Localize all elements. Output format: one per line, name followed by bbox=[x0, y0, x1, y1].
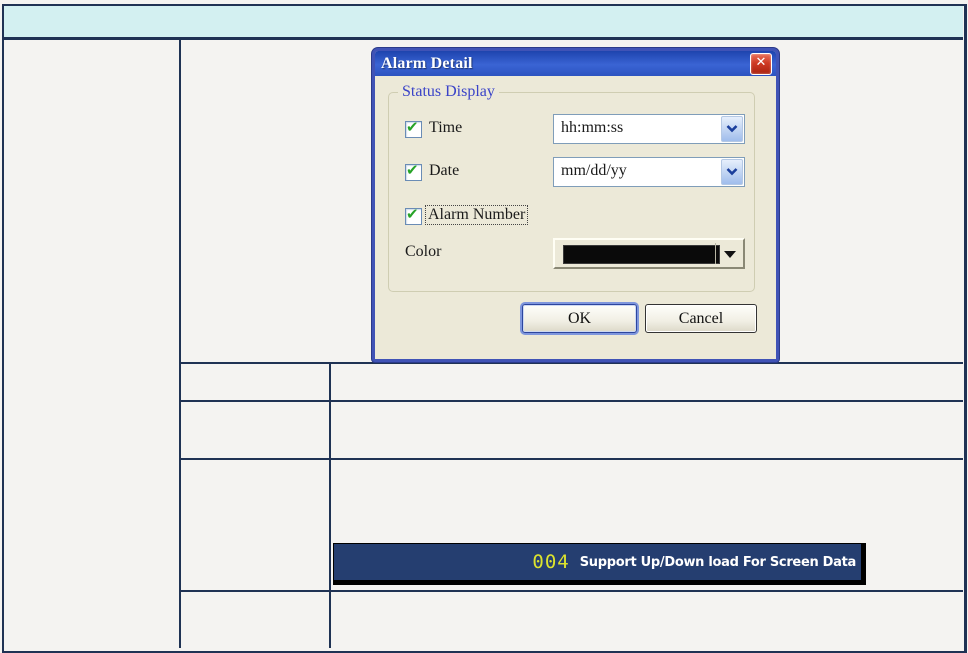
page: Alarm Detail ✕ Status Display ✔ Time hh:… bbox=[0, 0, 968, 653]
ok-button[interactable]: OK bbox=[522, 304, 637, 333]
color-label: Color bbox=[405, 243, 442, 260]
table-horizontal-rule bbox=[181, 458, 963, 460]
table-vertical-rule bbox=[179, 40, 181, 648]
check-icon: ✔ bbox=[406, 205, 419, 223]
dropdown-arrow-icon bbox=[724, 251, 736, 258]
date-format-select[interactable]: mm/dd/yy bbox=[553, 157, 745, 187]
chevron-down-icon[interactable] bbox=[721, 116, 743, 142]
table-vertical-rule bbox=[329, 362, 331, 648]
alarm-detail-dialog: Alarm Detail ✕ Status Display ✔ Time hh:… bbox=[372, 48, 779, 362]
date-format-value: mm/dd/yy bbox=[561, 162, 627, 179]
check-icon: ✔ bbox=[406, 118, 419, 136]
check-icon: ✔ bbox=[406, 161, 419, 179]
alarm-number-checkbox[interactable]: ✔ bbox=[405, 205, 422, 225]
dialog-titlebar[interactable]: Alarm Detail bbox=[375, 51, 776, 76]
dialog-title: Alarm Detail bbox=[381, 54, 473, 72]
date-checkbox-label: Date bbox=[429, 162, 460, 179]
date-checkbox[interactable]: ✔ bbox=[405, 161, 422, 181]
close-icon[interactable]: ✕ bbox=[750, 53, 772, 75]
color-swatch bbox=[563, 245, 720, 264]
color-dropdown[interactable] bbox=[553, 238, 745, 269]
time-checkbox-label: Time bbox=[429, 119, 463, 136]
table-horizontal-rule bbox=[181, 590, 963, 592]
time-format-value: hh:mm:ss bbox=[561, 119, 624, 136]
chevron-down-icon[interactable] bbox=[721, 159, 743, 185]
top-banner-cell bbox=[4, 6, 963, 40]
group-label: Status Display bbox=[398, 83, 499, 101]
time-checkbox[interactable]: ✔ bbox=[405, 118, 422, 138]
alarm-message-text: Support Up/Down load For Screen Data bbox=[579, 554, 857, 570]
table-horizontal-rule bbox=[181, 362, 963, 364]
alarm-number-checkbox-label: Alarm Number bbox=[425, 205, 529, 225]
divider bbox=[715, 243, 716, 264]
table-horizontal-rule bbox=[181, 400, 963, 402]
alarm-display-bar: 004 Support Up/Down load For Screen Data bbox=[333, 543, 866, 585]
status-display-group: Status Display ✔ Time hh:mm:ss ✔ Date mm… bbox=[388, 83, 755, 292]
time-format-select[interactable]: hh:mm:ss bbox=[553, 114, 745, 144]
cancel-button[interactable]: Cancel bbox=[645, 304, 757, 333]
dialog-body: Status Display ✔ Time hh:mm:ss ✔ Date mm… bbox=[375, 76, 776, 359]
alarm-number-value: 004 bbox=[532, 551, 570, 573]
